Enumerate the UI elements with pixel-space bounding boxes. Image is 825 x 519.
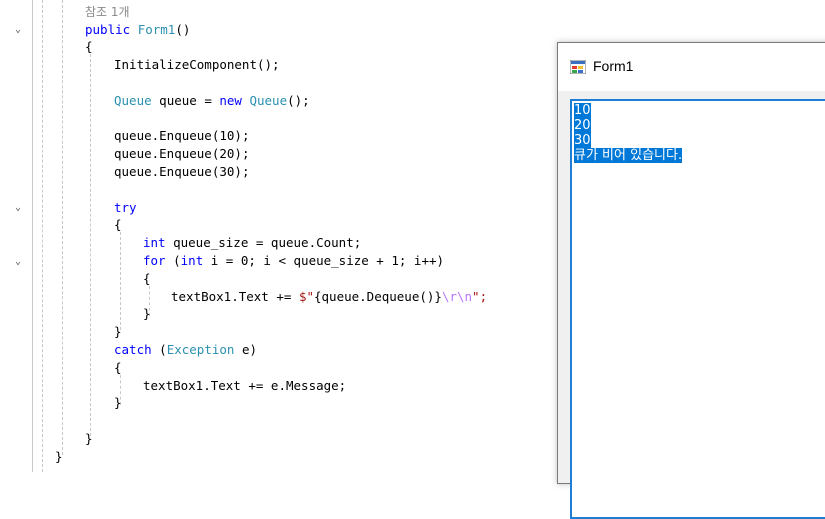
code-line[interactable]: Queue queue = new Queue();	[114, 92, 310, 110]
textbox-line: 10	[574, 103, 591, 118]
window-title: Form1	[593, 58, 634, 74]
code-line[interactable]: {	[114, 359, 122, 377]
code-line[interactable]: queue.Enqueue(10);	[114, 127, 249, 145]
code-line[interactable]: }	[85, 430, 93, 448]
code-line[interactable]: for (int i = 0; i < queue_size + 1; i++)	[143, 252, 444, 270]
textbox-content: 10 20 30 큐가 비어 있습니다.	[574, 103, 683, 163]
code-line[interactable]: }	[114, 394, 122, 412]
code-line[interactable]: int queue_size = queue.Count;	[143, 234, 361, 252]
collapse-method-icon[interactable]: ⌄	[12, 25, 24, 35]
outline-margin	[32, 0, 33, 472]
winforms-app-icon	[570, 60, 586, 74]
collapse-try-icon[interactable]: ⌄	[12, 203, 24, 213]
reference-count[interactable]: 참조 1개	[85, 3, 130, 21]
code-line[interactable]: catch (Exception e)	[114, 341, 257, 359]
indent-guide	[42, 0, 43, 472]
textbox1[interactable]: 10 20 30 큐가 비어 있습니다.	[570, 99, 825, 519]
editor-gutter: ⌄ ⌄ ⌄	[0, 0, 34, 472]
code-line[interactable]: public Form1()	[85, 21, 190, 39]
textbox-line: 20	[574, 118, 591, 133]
window-titlebar[interactable]: Form1	[558, 43, 825, 91]
indent-guide	[120, 232, 121, 330]
collapse-for-icon[interactable]: ⌄	[12, 257, 24, 267]
code-line[interactable]: queue.Enqueue(30);	[114, 163, 249, 181]
textbox-line: 30	[574, 133, 591, 148]
textbox-line: 큐가 비어 있습니다.	[574, 148, 683, 163]
code-line[interactable]: try	[114, 199, 137, 217]
code-line[interactable]: {	[85, 38, 93, 56]
code-line[interactable]: }	[143, 305, 151, 323]
code-line[interactable]: textBox1.Text += e.Message;	[143, 377, 346, 395]
indent-guide	[62, 0, 63, 455]
code-line[interactable]: textBox1.Text += $"{queue.Dequeue()}\r\n…	[171, 288, 487, 306]
code-line[interactable]: {	[143, 270, 151, 288]
code-line[interactable]: {	[114, 216, 122, 234]
code-line[interactable]: {	[62, 0, 70, 3]
code-line[interactable]: }	[55, 448, 63, 466]
code-line[interactable]: InitializeComponent();	[114, 56, 280, 74]
indent-guide	[90, 54, 91, 436]
code-line[interactable]: }	[114, 323, 122, 341]
code-line[interactable]: queue.Enqueue(20);	[114, 145, 249, 163]
